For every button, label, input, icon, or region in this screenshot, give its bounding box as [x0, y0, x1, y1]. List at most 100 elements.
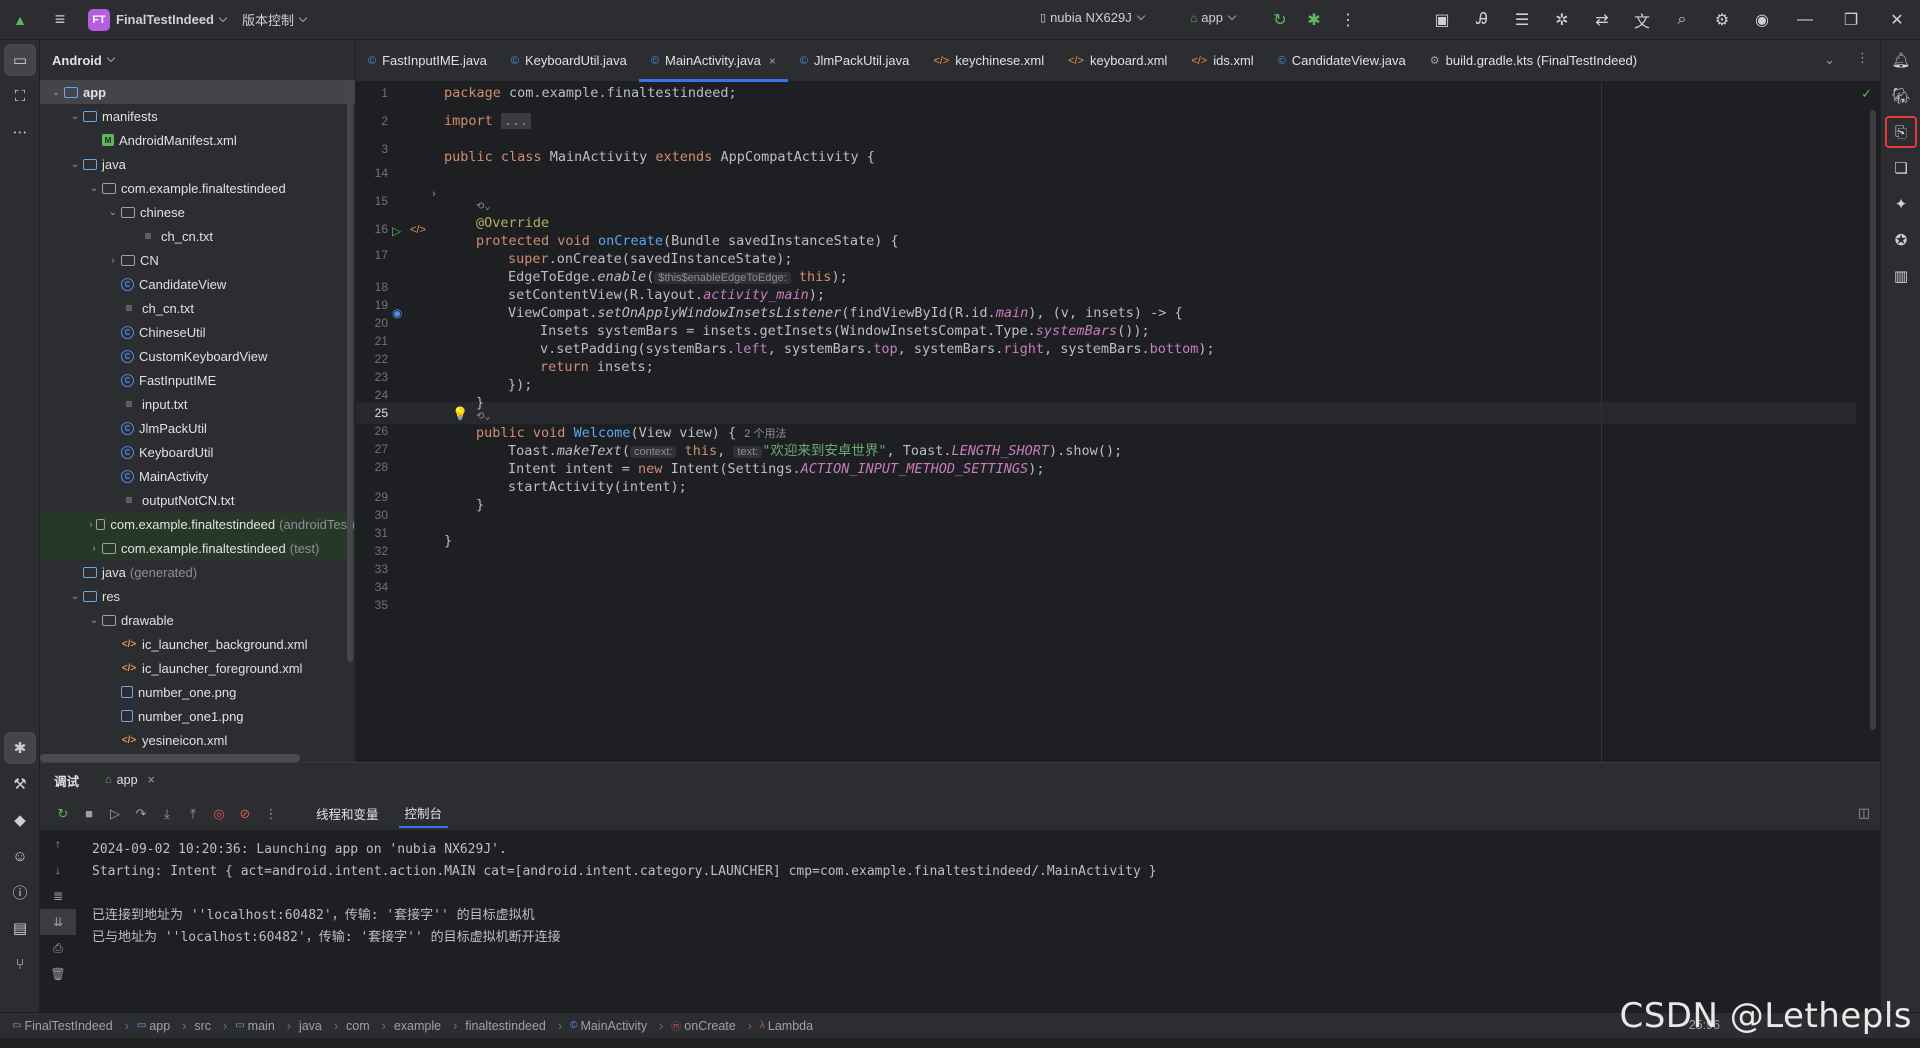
tree-item[interactable]: C KeyboardUtil — [40, 440, 355, 464]
resume-icon[interactable]: ▷ — [102, 806, 128, 822]
tree-item[interactable]: C ChineseUtil — [40, 320, 355, 344]
close-tab-icon[interactable]: × — [769, 54, 776, 68]
chevron-down-icon[interactable]: ⌄ — [67, 591, 83, 602]
editor-tab[interactable]: © JlmPackUtil.java — [788, 40, 921, 82]
breadcrumb-item[interactable]: λ Lambda — [760, 1019, 813, 1033]
vertical-scrollbar[interactable] — [347, 82, 353, 662]
scroll-to-end-icon[interactable]: ⇊ — [40, 909, 76, 935]
gemini-icon[interactable]: ✦ — [1885, 188, 1917, 220]
tree-item[interactable]: › com.example.finaltestindeed (androidTest… — [40, 512, 355, 536]
tabs-overflow-icon[interactable]: ⌄ — [1824, 52, 1835, 68]
more-options-icon[interactable]: ⋮ — [258, 806, 284, 822]
tree-item[interactable]: C CandidateView — [40, 272, 355, 296]
mute-breakpoints-icon[interactable]: ⊘ — [232, 806, 258, 822]
device-selector[interactable]: ▯ nubia NX629J — [1040, 10, 1145, 25]
tree-item[interactable]: ⌄ manifests — [40, 104, 355, 128]
no-problems-check-icon[interactable]: ✓ — [1861, 86, 1872, 102]
chevron-down-icon[interactable]: ⌄ — [105, 207, 121, 218]
stop-icon[interactable]: ■ — [76, 806, 102, 821]
tree-item[interactable]: C MainActivity — [40, 464, 355, 488]
git-icon[interactable]: ⑂ — [4, 948, 36, 980]
tree-item[interactable]: › CN — [40, 248, 355, 272]
debug-run-tab[interactable]: ⌂ app × — [105, 773, 155, 787]
tree-item[interactable]: ≡ input.txt — [40, 392, 355, 416]
fold-icon[interactable]: › — [432, 188, 436, 200]
chevron-down-icon[interactable]: ⌄ — [86, 615, 102, 626]
breadcrumb-item[interactable]: ▭ main — [235, 1019, 275, 1033]
more-actions-icon[interactable]: ⋮ — [1328, 0, 1368, 40]
device-manager-icon[interactable]: ▣ — [1422, 0, 1462, 40]
project-folder-icon[interactable]: ▭ — [4, 44, 36, 76]
breadcrumb-item[interactable]: com — [346, 1019, 370, 1033]
vcs-menu[interactable]: 版本控制 — [234, 10, 314, 29]
tab-threads-variables[interactable]: 线程和变量 — [310, 800, 385, 827]
editor-scrollbar[interactable] — [1870, 110, 1876, 730]
xml-gutter-icon[interactable]: </> — [410, 224, 426, 236]
tree-item[interactable]: ⌄ com.example.finaltestindeed — [40, 176, 355, 200]
tree-item[interactable]: M AndroidManifest.xml — [40, 128, 355, 152]
tree-item[interactable]: ⌄ app — [40, 80, 355, 104]
chevron-right-icon[interactable]: › — [105, 255, 121, 266]
minimize-icon[interactable]: — — [1782, 0, 1828, 40]
chevron-down-icon[interactable]: ⌄ — [67, 159, 83, 170]
rerun-icon[interactable]: ↻ — [50, 806, 76, 822]
tree-item[interactable]: ⌄ java — [40, 152, 355, 176]
editor-tab[interactable]: ⚙ build.gradle.kts (FinalTestIndeed) — [1418, 40, 1649, 82]
main-menu-icon[interactable]: ≡ — [40, 0, 80, 40]
breadcrumb-item[interactable]: ▭ app — [137, 1019, 170, 1033]
tab-console[interactable]: 控制台 — [398, 799, 449, 828]
language-icon[interactable]: 文 — [1622, 0, 1662, 40]
sync-icon[interactable]: ⇄ — [1582, 0, 1622, 40]
code-vision-icon[interactable]: ⟲⌄ — [476, 196, 490, 218]
build-icon[interactable]: ⚒ — [4, 768, 36, 800]
lightbulb-icon[interactable]: 💡 — [452, 406, 468, 422]
code-vision-icon[interactable]: ⟲⌄ — [476, 406, 490, 428]
step-into-icon[interactable]: ⤓ — [154, 806, 180, 822]
print-icon[interactable]: ⎙ — [40, 935, 76, 961]
editor-tab[interactable]: © KeyboardUtil.java — [499, 40, 639, 82]
override-gutter-icon[interactable]: ◉ — [392, 306, 402, 320]
scroll-up-icon[interactable]: ↑ — [40, 831, 76, 857]
step-over-icon[interactable]: ↷ — [128, 806, 154, 822]
editor-tab[interactable]: </> keychinese.xml — [921, 40, 1056, 82]
tree-item[interactable]: ≡ ch_cn.txt — [40, 224, 355, 248]
running-devices-icon[interactable]: ❏ — [1885, 152, 1917, 184]
breadcrumb-item[interactable]: ⓜ onCreate — [671, 1018, 735, 1034]
chevron-down-icon[interactable]: ⌄ — [48, 87, 64, 98]
chevron-right-icon[interactable]: › — [86, 543, 102, 554]
code-editor[interactable]: 1 2 3 14 15 16 17 18 19 20 21 22 23 24 25 26 27 28 29 30 31 3… — [356, 82, 1880, 762]
console-output[interactable]: 2024-09-02 10:20:36: Launching app on 'n… — [92, 839, 1156, 949]
breadcrumb-item[interactable]: example — [394, 1019, 441, 1033]
terminal-icon[interactable]: ▤ — [4, 912, 36, 944]
chevron-right-icon[interactable]: › — [86, 519, 96, 530]
clear-trash-icon[interactable]: 🗑︎ — [40, 961, 76, 987]
chevron-down-icon[interactable]: ⌄ — [67, 111, 83, 122]
step-out-icon[interactable]: ⤒ — [180, 806, 206, 822]
settings-gear-icon[interactable]: ⚙ — [1702, 0, 1742, 40]
tree-item[interactable]: </> ic_launcher_background.xml — [40, 632, 355, 656]
logcat-cat-icon[interactable]: ☺ — [4, 840, 36, 872]
restore-icon[interactable]: ❐ — [1828, 0, 1874, 40]
editor-tab[interactable]: </> keyboard.xml — [1056, 40, 1179, 82]
gradle-icon[interactable]: 🐘︎ — [1885, 80, 1917, 112]
breadcrumb-item[interactable]: java — [299, 1019, 322, 1033]
tree-item[interactable]: </> yesineicon.xml — [40, 728, 355, 752]
layout-icon[interactable]: ◫ — [1858, 805, 1870, 821]
tree-item[interactable]: C FastInputIME — [40, 368, 355, 392]
editor-tab[interactable]: </> ids.xml — [1179, 40, 1265, 82]
breadcrumb-item[interactable]: © MainActivity — [570, 1019, 647, 1033]
tree-item[interactable]: java (generated) — [40, 560, 355, 584]
tree-item[interactable]: ⌄ res — [40, 584, 355, 608]
run-gutter-icon[interactable]: ▷ — [392, 224, 401, 238]
tree-item[interactable]: › com.example.finaltestindeed (test) — [40, 536, 355, 560]
editor-tab[interactable]: © CandidateView.java — [1266, 40, 1418, 82]
close-tab-icon[interactable]: × — [148, 773, 155, 787]
search-icon[interactable]: ⌕ — [1662, 0, 1702, 40]
tree-item[interactable]: ⌄ drawable — [40, 608, 355, 632]
tree-item[interactable]: C JlmPackUtil — [40, 416, 355, 440]
horizontal-scrollbar[interactable] — [40, 754, 300, 762]
tree-item[interactable]: ≡ ch_cn.txt — [40, 296, 355, 320]
notifications-icon[interactable]: 🔔︎ — [1885, 44, 1917, 76]
tree-item[interactable]: number_one.png — [40, 680, 355, 704]
breadcrumb-item[interactable]: finaltestindeed — [465, 1019, 546, 1033]
